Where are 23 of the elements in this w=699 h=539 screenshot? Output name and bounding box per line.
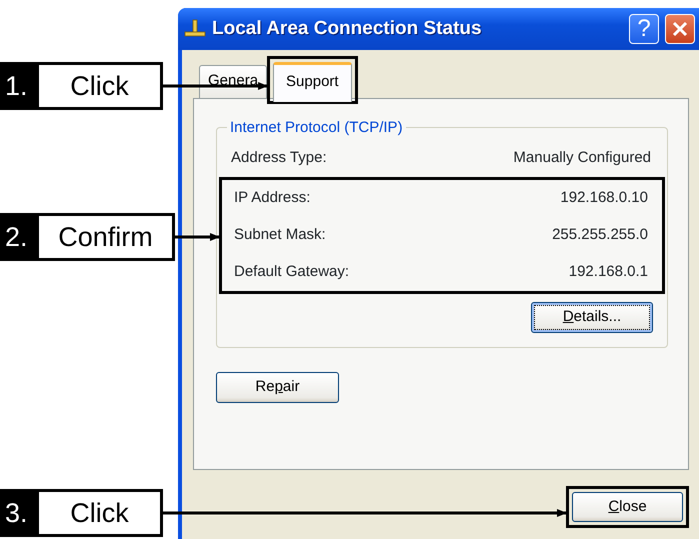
field-value: Manually Configured — [513, 148, 651, 168]
step-label: Click — [39, 65, 160, 107]
step-number: 3. — [4, 496, 29, 530]
tab[interactable]: Support — [273, 62, 352, 102]
window-title: Local Area Connection Status — [212, 16, 483, 41]
step-label: Click — [39, 492, 160, 534]
close-icon — [671, 20, 689, 38]
close-button[interactable]: Close — [572, 492, 683, 522]
help-button[interactable]: ? — [629, 14, 659, 44]
field-value: 255.255.255.0 — [552, 225, 648, 246]
close-button[interactable] — [665, 14, 695, 44]
step-number: 2. — [4, 220, 29, 254]
field-value: 192.168.0.10 — [560, 188, 648, 208]
step-number: 1. — [4, 70, 29, 103]
field-value: 192.168.0.1 — [568, 262, 648, 282]
step-label: Confirm — [39, 216, 172, 258]
field-label: Default Gateway: — [234, 262, 350, 282]
repair-button[interactable]: Repair — [216, 372, 339, 403]
network-icon — [184, 19, 206, 39]
field-label: Address Type: — [231, 148, 327, 168]
field-label: Subnet Mask: — [234, 225, 326, 246]
field-label: IP Address: — [234, 188, 310, 208]
details-button[interactable]: Details... — [531, 302, 653, 333]
